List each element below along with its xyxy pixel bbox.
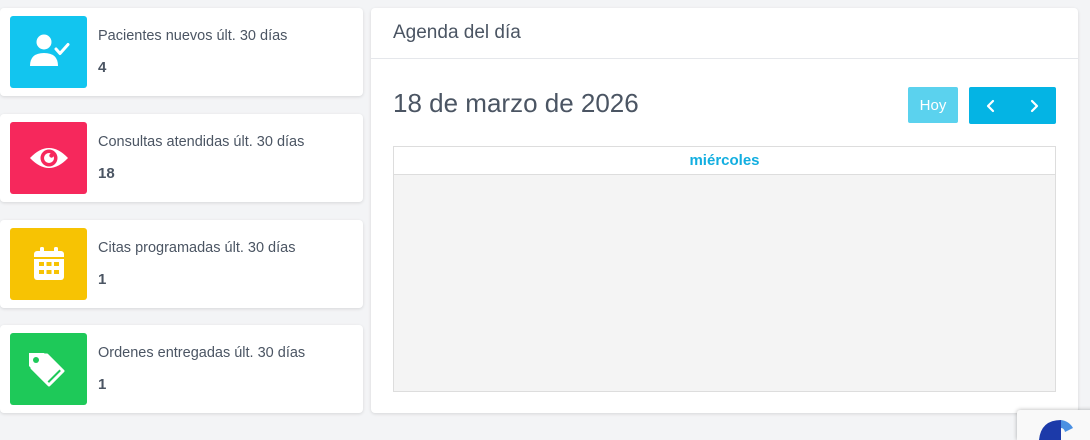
stat-value: 1 [98, 376, 107, 393]
current-date-title: 18 de marzo de 2026 [393, 88, 639, 118]
agenda-title: Agenda del día [371, 8, 1078, 59]
prev-day-button[interactable] [969, 87, 1013, 124]
stat-card-consultations: Consultas atendidas últ. 30 días 18 [0, 114, 363, 202]
tags-icon [10, 333, 87, 405]
recaptcha-icon [1039, 420, 1073, 440]
stat-label: Citas programadas últ. 30 días [98, 240, 296, 256]
date-nav-group [969, 87, 1056, 124]
stat-card-new-patients: Pacientes nuevos últ. 30 días 4 [0, 8, 363, 96]
chevron-left-icon [986, 99, 994, 112]
agenda-card: Agenda del día 18 de marzo de 2026 Hoy m… [371, 8, 1078, 413]
eye-icon [10, 122, 87, 194]
stat-value: 1 [98, 271, 107, 288]
calendar-icon [10, 228, 87, 300]
stat-label: Pacientes nuevos últ. 30 días [98, 28, 288, 44]
stat-value: 18 [98, 165, 115, 182]
user-check-icon [10, 16, 87, 88]
chevron-right-icon [1031, 99, 1039, 112]
stat-card-appointments: Citas programadas últ. 30 días 1 [0, 220, 363, 308]
stat-label: Consultas atendidas últ. 30 días [98, 134, 305, 150]
recaptcha-badge[interactable] [1017, 410, 1090, 440]
stat-value: 4 [98, 59, 107, 76]
day-column-header: miércoles [394, 147, 1055, 175]
next-day-button[interactable] [1013, 87, 1057, 124]
today-button[interactable]: Hoy [908, 87, 958, 123]
stat-label: Ordenes entregadas últ. 30 días [98, 345, 306, 361]
stat-card-orders: Ordenes entregadas últ. 30 días 1 [0, 325, 363, 413]
day-calendar-grid[interactable]: miércoles [393, 146, 1056, 392]
